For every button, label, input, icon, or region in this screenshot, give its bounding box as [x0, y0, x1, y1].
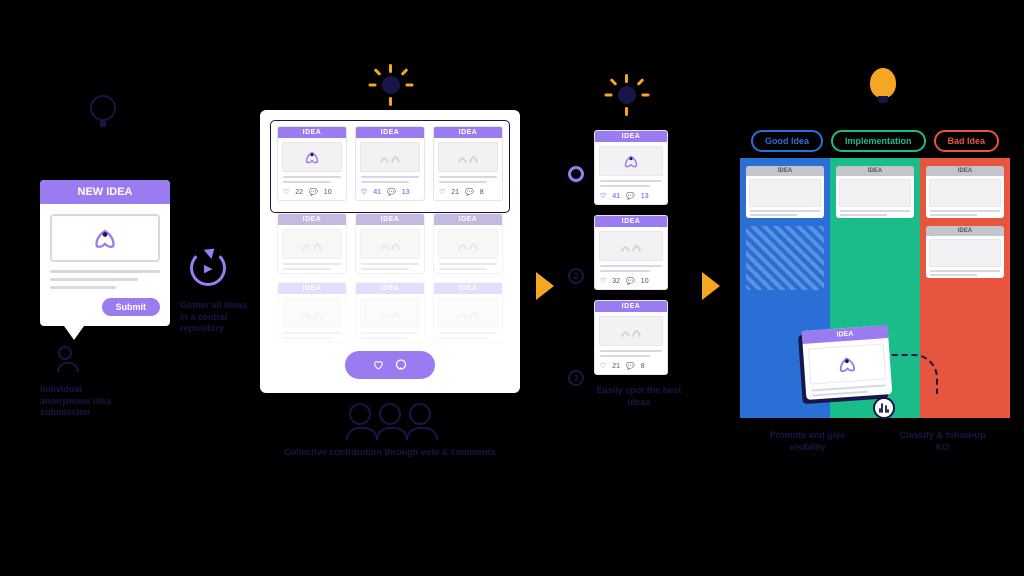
thumbnail: [360, 229, 420, 259]
idea-card[interactable]: IDEA ♡41💬13: [355, 126, 425, 201]
heart-icon: [373, 360, 383, 370]
idea-grid-panel: IDEA ♡22💬10 IDEA ♡41💬13 IDEA ♡21💬8 IDEA …: [260, 110, 520, 393]
card-stats: ♡41💬13: [356, 186, 424, 200]
idea-card[interactable]: IDEA ♡32💬10: [594, 215, 668, 290]
grid-row-3: IDEA IDEA IDEA: [270, 282, 510, 343]
kanban-tabs: Good Idea Implementation Bad Idea: [740, 130, 1010, 152]
arrow-icon: [702, 272, 720, 300]
rocket-icon: [599, 146, 663, 176]
heart-icon: ♡: [283, 188, 289, 196]
stage4-caption-left: Promote and give visibility: [763, 430, 853, 453]
idea-card[interactable]: IDEA: [277, 282, 347, 343]
comment-icon: [395, 359, 407, 371]
people-icons: [260, 403, 520, 425]
thumbnail: [282, 298, 342, 328]
stage1-caption: Individual anonymous idea submission: [40, 384, 130, 419]
sparkle-bulb-icon: [374, 68, 408, 102]
new-idea-card: NEW IDEA Submit: [40, 180, 170, 326]
arrow-icon: [536, 272, 554, 300]
thumbnail: [360, 142, 420, 172]
highlighted-row: IDEA ♡22💬10 IDEA ♡41💬13 IDEA ♡21💬8: [270, 120, 510, 213]
rocket-icon: [282, 142, 342, 172]
idea-card[interactable]: IDEA ♡41💬13: [594, 130, 668, 205]
thumbnail: [438, 229, 498, 259]
comment-icon: 💬: [465, 188, 474, 196]
cursor-hand-icon: [872, 396, 896, 420]
stage2-caption: Collective contribution through vote & c…: [260, 447, 520, 459]
comment-icon: 💬: [309, 188, 318, 196]
thumbnail: [360, 298, 420, 328]
lightbulb-solid-icon: [870, 68, 896, 98]
stage-ranked-ideas: 2 3 IDEA ♡41💬13 IDEA ♡32💬10 IDEA ♡21💬8 E…: [594, 130, 684, 408]
lightbulb-outline-icon: [90, 95, 116, 121]
comment-icon: 💬: [626, 192, 635, 200]
person-icon: [58, 346, 170, 360]
stage-idea-grid: IDEA ♡22💬10 IDEA ♡41💬13 IDEA ♡21💬8 IDEA …: [260, 110, 520, 459]
kanban-card[interactable]: IDEA: [926, 166, 1004, 218]
thumbnail: [438, 298, 498, 328]
drop-zone[interactable]: [746, 226, 824, 290]
heart-icon: ♡: [600, 277, 606, 285]
idea-card[interactable]: IDEA: [277, 213, 347, 274]
comment-icon: 💬: [387, 188, 396, 196]
stage3-caption: Easily spot the best ideas: [584, 385, 694, 408]
tab-good-idea[interactable]: Good Idea: [751, 130, 823, 152]
heart-icon: ♡: [600, 362, 606, 370]
tab-implementation[interactable]: Implementation: [831, 130, 926, 152]
stage-new-idea: NEW IDEA Submit Individual anonymous ide…: [40, 180, 170, 419]
stage-kanban: Good Idea Implementation Bad Idea IDEA I…: [740, 130, 1010, 453]
submit-button[interactable]: Submit: [102, 298, 161, 316]
cycle-caption: Gather all ideas in a central repository: [180, 300, 250, 335]
idea-card[interactable]: IDEA: [433, 282, 503, 343]
idea-card[interactable]: IDEA ♡21💬8: [594, 300, 668, 375]
tab-bad-idea[interactable]: Bad Idea: [934, 130, 1000, 152]
card-stats: ♡41💬13: [595, 190, 667, 204]
placeholder-lines: [50, 270, 160, 289]
new-idea-header: NEW IDEA: [40, 180, 170, 204]
card-stats: ♡32💬10: [595, 275, 667, 289]
rank-badge-3: 3: [568, 370, 584, 386]
dragging-card[interactable]: IDEA: [802, 325, 893, 400]
cycle-arrow-icon: [190, 250, 226, 286]
sparkle-bulb-icon: [610, 78, 644, 112]
idea-card[interactable]: IDEA: [355, 282, 425, 343]
idea-card[interactable]: IDEA ♡22💬10: [277, 126, 347, 201]
grid-row-2: IDEA IDEA IDEA: [270, 213, 510, 274]
heart-icon: ♡: [600, 192, 606, 200]
comment-icon: 💬: [626, 277, 635, 285]
idea-card[interactable]: IDEA ♡21💬8: [433, 126, 503, 201]
stage4-caption-right: Classify & follow-up KO: [898, 430, 988, 453]
heart-icon: ♡: [361, 188, 367, 196]
card-stats: ♡21💬8: [595, 360, 667, 374]
rocket-icon: [50, 214, 160, 262]
thumbnail: [282, 229, 342, 259]
idea-card[interactable]: IDEA: [433, 213, 503, 274]
comment-icon: 💬: [626, 362, 635, 370]
card-stats: ♡22💬10: [278, 186, 346, 200]
rank-badge-2: 2: [568, 268, 584, 284]
thumbnail: [599, 231, 663, 261]
vote-comment-pill[interactable]: [345, 351, 435, 379]
thumbnail: [599, 316, 663, 346]
idea-card[interactable]: IDEA: [355, 213, 425, 274]
grid-row-1: IDEA ♡22💬10 IDEA ♡41💬13 IDEA ♡21💬8: [276, 126, 504, 201]
thumbnail: [438, 142, 498, 172]
kanban-board: IDEA IDEA IDEA IDEA IDEA: [740, 158, 1010, 418]
card-stats: ♡21💬8: [434, 186, 502, 200]
kanban-card[interactable]: IDEA: [926, 226, 1004, 278]
kanban-card[interactable]: IDEA: [746, 166, 824, 218]
rocket-icon: [808, 343, 886, 384]
rank-badge-1: [568, 166, 584, 182]
heart-icon: ♡: [439, 188, 445, 196]
kanban-card[interactable]: IDEA: [836, 166, 914, 218]
